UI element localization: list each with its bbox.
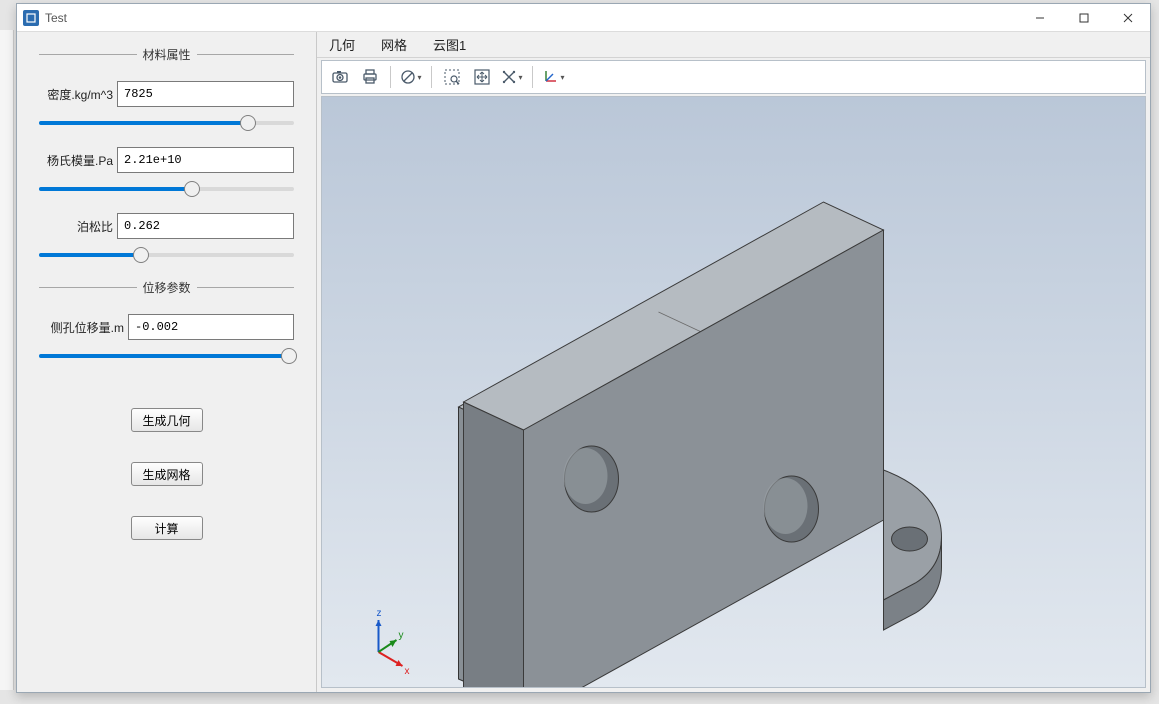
tab-contour1[interactable]: 云图1	[429, 31, 470, 58]
svg-text:y: y	[399, 630, 404, 641]
svg-text:x: x	[405, 666, 410, 677]
fit-view-icon[interactable]	[468, 64, 496, 90]
compute-button[interactable]: 计算	[131, 516, 203, 540]
print-icon[interactable]	[356, 64, 384, 90]
density-slider[interactable]	[39, 115, 294, 147]
poisson-slider[interactable]	[39, 247, 294, 279]
density-input[interactable]	[117, 81, 294, 107]
density-label: 密度.kg/m^3	[39, 86, 117, 103]
material-group-label: 材料属性	[39, 46, 294, 63]
viewer-tabs: 几何 网格 云图1	[317, 32, 1150, 58]
youngs-slider[interactable]	[39, 181, 294, 213]
zoom-window-icon[interactable]	[438, 64, 466, 90]
app-icon	[23, 10, 39, 26]
displacement-group-label: 位移参数	[39, 279, 294, 296]
sidehole-input[interactable]	[128, 314, 294, 340]
side-panel: 材料属性 密度.kg/m^3 杨氏模量.Pa	[17, 32, 317, 692]
generate-geometry-button[interactable]: 生成几何	[131, 408, 203, 432]
close-button[interactable]	[1106, 4, 1150, 32]
tab-mesh[interactable]: 网格	[377, 31, 411, 58]
poisson-input[interactable]	[117, 213, 294, 239]
youngs-label: 杨氏模量.Pa	[39, 152, 117, 169]
poisson-label: 泊松比	[39, 218, 117, 235]
viewer-area: 几何 网格 云图1 ▾	[317, 32, 1150, 692]
disable-icon[interactable]: ▾	[397, 64, 425, 90]
youngs-input[interactable]	[117, 147, 294, 173]
window-title: Test	[45, 11, 67, 25]
sidehole-label: 侧孔位移量.m	[39, 319, 128, 336]
axes-icon[interactable]: ▾	[539, 64, 567, 90]
viewer-toolbar: ▾ ▾	[321, 60, 1146, 94]
rotate-view-icon[interactable]: ▾	[498, 64, 526, 90]
camera-icon[interactable]	[326, 64, 354, 90]
app-window: Test 材料属性 密度.kg/m^3	[16, 3, 1151, 693]
maximize-button[interactable]	[1062, 4, 1106, 32]
svg-text:z: z	[377, 608, 382, 619]
sidehole-slider[interactable]	[39, 348, 294, 408]
minimize-button[interactable]	[1018, 4, 1062, 32]
generate-mesh-button[interactable]: 生成网格	[131, 462, 203, 486]
3d-viewport[interactable]: z x y	[321, 96, 1146, 688]
titlebar[interactable]: Test	[17, 4, 1150, 32]
tab-geometry[interactable]: 几何	[325, 31, 359, 58]
